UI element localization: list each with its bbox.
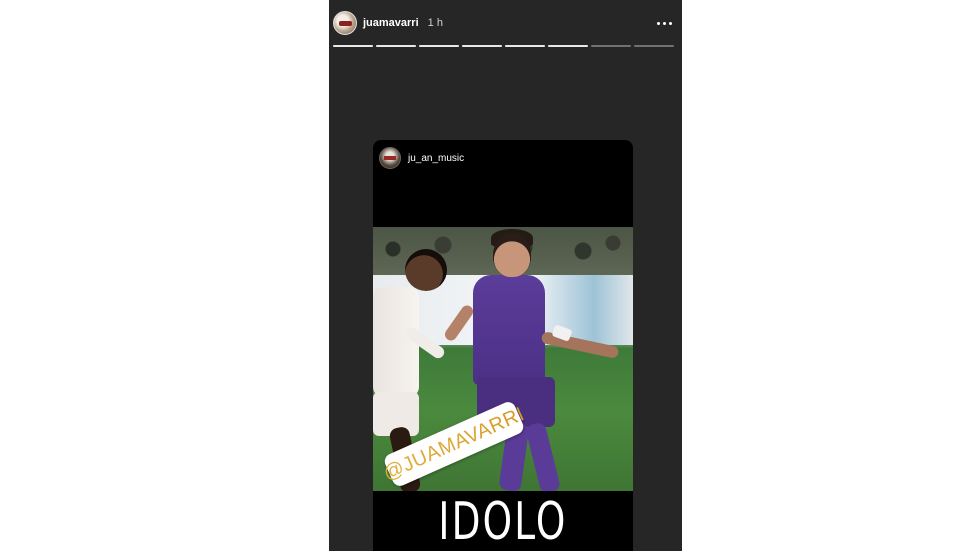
story-progress-segment	[505, 45, 545, 47]
story-progress-segment	[462, 45, 502, 47]
story-username[interactable]: juamavarri	[363, 17, 419, 29]
avatar[interactable]	[333, 11, 357, 35]
post-photo: @JUAMAVARRI	[373, 227, 633, 491]
story-progress-segment	[634, 45, 674, 47]
story-progress-fill	[505, 45, 545, 47]
story-progress-fill	[462, 45, 502, 47]
player-purple-kit	[473, 275, 545, 385]
shared-post-username[interactable]: ju_an_music	[408, 153, 464, 164]
shared-post-card[interactable]: ju_an_music @JUAMAVARRI IDOLO	[373, 140, 633, 551]
shared-post-avatar[interactable]	[379, 147, 401, 169]
shared-post-header: ju_an_music	[379, 147, 464, 169]
story-progress-fill	[376, 45, 416, 47]
more-options-button[interactable]	[655, 16, 674, 31]
story-progress-bar	[333, 45, 674, 47]
player-purple-head	[493, 233, 531, 277]
player-white-kit	[373, 287, 419, 397]
story-progress-segment	[376, 45, 416, 47]
story-viewer[interactable]: juamavarri 1 h ju_an_music @JUAMAVARRI I…	[329, 0, 682, 551]
more-options-icon-dot	[663, 21, 666, 25]
more-options-icon	[657, 21, 660, 25]
player-purple-leg-right	[524, 421, 562, 491]
post-caption: IDOLO	[438, 492, 568, 551]
story-progress-fill	[419, 45, 459, 47]
story-progress-fill	[333, 45, 373, 47]
story-progress-segment	[333, 45, 373, 47]
story-header: juamavarri 1 h	[333, 10, 674, 36]
player-white-head	[405, 249, 447, 291]
story-progress-segment	[548, 45, 588, 47]
story-timestamp: 1 h	[427, 17, 443, 29]
story-progress-segment	[419, 45, 459, 47]
story-progress-fill	[548, 45, 588, 47]
story-progress-segment	[591, 45, 631, 47]
more-options-icon-dot	[669, 21, 672, 25]
